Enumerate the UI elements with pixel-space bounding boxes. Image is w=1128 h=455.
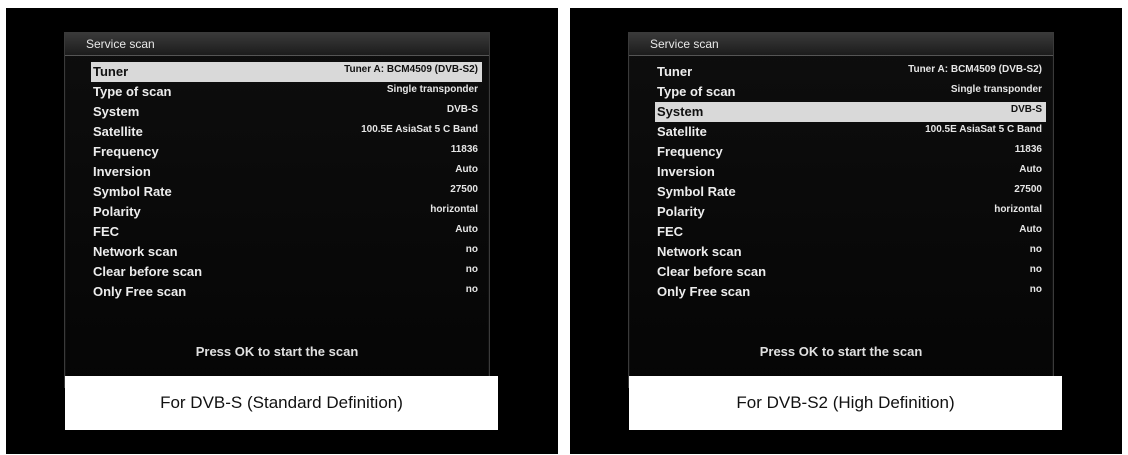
setting-label: Type of scan xyxy=(657,84,736,99)
setting-value: 11836 xyxy=(1014,144,1042,155)
setting-label: Frequency xyxy=(657,144,723,159)
setting-value: DVB-S xyxy=(446,104,478,115)
setting-row[interactable]: Symbol Rate 27500 xyxy=(655,182,1046,202)
service-scan-window: Service scan Tuner Tuner A: BCM4509 (DVB-… xyxy=(628,32,1054,388)
setting-row[interactable]: Type of scan Single transponder xyxy=(91,82,482,102)
setting-row[interactable]: Frequency 11836 xyxy=(655,142,1046,162)
setting-value: Auto xyxy=(455,164,478,175)
setting-value: horizontal xyxy=(994,204,1042,215)
settings-list: Tuner Tuner A: BCM4509 (DVB-S2) Type of s… xyxy=(655,62,1046,302)
setting-value: no xyxy=(1029,244,1042,255)
caption-label: For DVB-S2 (High Definition) xyxy=(629,376,1062,430)
setting-row[interactable]: Tuner Tuner A: BCM4509 (DVB-S2) xyxy=(91,62,482,82)
setting-value: 100.5E AsiaSat 5 C Band xyxy=(925,124,1042,135)
setting-row[interactable]: Clear before scan no xyxy=(655,262,1046,282)
setting-row[interactable]: System DVB-S xyxy=(655,102,1046,122)
setting-label: Symbol Rate xyxy=(93,184,172,199)
window-title: Service scan xyxy=(629,33,1053,56)
setting-label: Network scan xyxy=(657,244,742,259)
setting-value: no xyxy=(1029,264,1042,275)
service-scan-window: Service scan Tuner Tuner A: BCM4509 (DVB-… xyxy=(64,32,490,388)
setting-row[interactable]: Network scan no xyxy=(655,242,1046,262)
setting-label: Tuner xyxy=(93,64,129,79)
setting-value: Single transponder xyxy=(950,84,1042,95)
setting-row[interactable]: Satellite 100.5E AsiaSat 5 C Band xyxy=(91,122,482,142)
setting-row[interactable]: Frequency 11836 xyxy=(91,142,482,162)
setting-label: Clear before scan xyxy=(657,264,767,279)
setting-label: Only Free scan xyxy=(93,284,187,299)
setting-value: Auto xyxy=(1019,164,1042,175)
setting-value: Tuner A: BCM4509 (DVB-S2) xyxy=(908,64,1042,75)
setting-label: FEC xyxy=(93,224,119,239)
setting-label: Satellite xyxy=(93,124,143,139)
setting-value: horizontal xyxy=(430,204,478,215)
setting-value: no xyxy=(465,264,478,275)
setting-row[interactable]: Inversion Auto xyxy=(91,162,482,182)
setting-row[interactable]: FEC Auto xyxy=(655,222,1046,242)
setting-label: Clear before scan xyxy=(93,264,203,279)
setting-value: 100.5E AsiaSat 5 C Band xyxy=(361,124,478,135)
setting-value: no xyxy=(1029,284,1042,295)
setting-value: Single transponder xyxy=(386,84,478,95)
start-scan-hint: Press OK to start the scan xyxy=(759,344,923,359)
setting-label: Polarity xyxy=(657,204,705,219)
setting-row[interactable]: Only Free scan no xyxy=(91,282,482,302)
setting-value: DVB-S xyxy=(1010,104,1042,115)
setting-value: no xyxy=(465,244,478,255)
setting-row[interactable]: Tuner Tuner A: BCM4509 (DVB-S2) xyxy=(655,62,1046,82)
setting-row[interactable]: Network scan no xyxy=(91,242,482,262)
setting-row[interactable]: System DVB-S xyxy=(91,102,482,122)
setting-label: Symbol Rate xyxy=(657,184,736,199)
caption-label: For DVB-S (Standard Definition) xyxy=(65,376,498,430)
setting-value: Auto xyxy=(1019,224,1042,235)
screen-dvb-s2: Service scan Tuner Tuner A: BCM4509 (DVB-… xyxy=(570,8,1122,454)
setting-value: Auto xyxy=(455,224,478,235)
setting-row[interactable]: Only Free scan no xyxy=(655,282,1046,302)
setting-row[interactable]: Polarity horizontal xyxy=(91,202,482,222)
setting-label: Polarity xyxy=(93,204,141,219)
setting-label: System xyxy=(93,104,140,119)
setting-row[interactable]: Polarity horizontal xyxy=(655,202,1046,222)
setting-label: Only Free scan xyxy=(657,284,751,299)
setting-row[interactable]: Inversion Auto xyxy=(655,162,1046,182)
setting-value: 27500 xyxy=(1014,184,1042,195)
screen-dvb-s: Service scan Tuner Tuner A: BCM4509 (DVB-… xyxy=(6,8,558,454)
setting-label: FEC xyxy=(657,224,683,239)
setting-label: Satellite xyxy=(657,124,707,139)
setting-row[interactable]: Type of scan Single transponder xyxy=(655,82,1046,102)
setting-label: Inversion xyxy=(93,164,151,179)
setting-value: 27500 xyxy=(450,184,478,195)
setting-value: 11836 xyxy=(450,144,478,155)
setting-label: Inversion xyxy=(657,164,715,179)
setting-label: Network scan xyxy=(93,244,178,259)
setting-value: no xyxy=(465,284,478,295)
setting-label: System xyxy=(657,104,704,119)
settings-list: Tuner Tuner A: BCM4509 (DVB-S2) Type of s… xyxy=(91,62,482,302)
setting-label: Type of scan xyxy=(93,84,172,99)
setting-label: Tuner xyxy=(657,64,693,79)
window-title: Service scan xyxy=(65,33,489,56)
setting-row[interactable]: Satellite 100.5E AsiaSat 5 C Band xyxy=(655,122,1046,142)
start-scan-hint: Press OK to start the scan xyxy=(195,344,359,359)
setting-label: Frequency xyxy=(93,144,159,159)
setting-row[interactable]: Symbol Rate 27500 xyxy=(91,182,482,202)
setting-row[interactable]: FEC Auto xyxy=(91,222,482,242)
setting-row[interactable]: Clear before scan no xyxy=(91,262,482,282)
setting-value: Tuner A: BCM4509 (DVB-S2) xyxy=(344,64,478,75)
